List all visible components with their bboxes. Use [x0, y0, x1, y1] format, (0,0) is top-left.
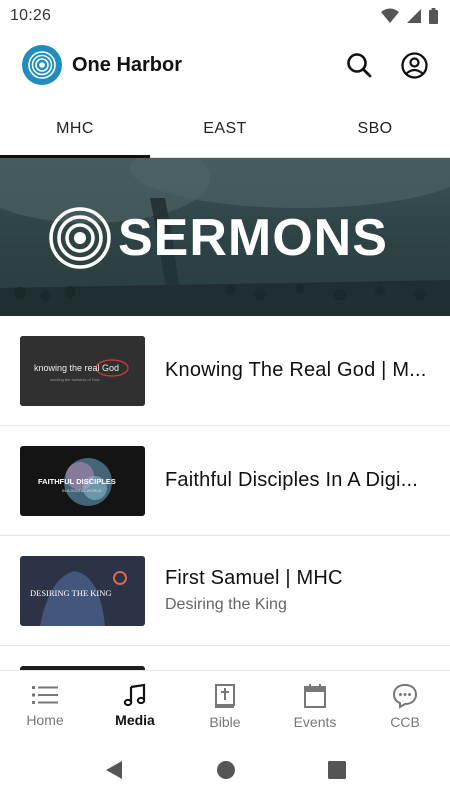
thumbnail-artwork: knowing the real God seeking the holines… — [20, 335, 145, 406]
battery-icon — [429, 8, 438, 24]
cellular-signal-icon — [407, 9, 421, 23]
nav-home[interactable]: Home — [0, 671, 90, 740]
nav-events[interactable]: Events — [270, 671, 360, 740]
bottom-navigation: Home Media Bible Events CCB — [0, 670, 450, 740]
sermon-title: First Samuel | MHC — [165, 567, 343, 589]
nav-media[interactable]: Media — [90, 671, 180, 740]
music-note-icon — [123, 683, 146, 707]
status-icons — [381, 8, 438, 24]
search-icon — [347, 53, 372, 78]
sermon-thumbnail: knowing the real God seeking the holines… — [20, 335, 145, 406]
chat-bubble-icon — [392, 683, 418, 709]
thumbnail-caption: seeking the holiness of God — [50, 377, 99, 382]
app-header: One Harbor — [0, 32, 450, 98]
thumbnail-text: knowing the real God — [34, 363, 119, 373]
status-time: 10:26 — [10, 7, 52, 24]
sermon-thumbnail: FAITHFUL DISCIPLES IN A DIGITAL WORLD — [20, 445, 145, 516]
sermon-subtitle: Desiring the King — [165, 596, 287, 613]
thumbnail-text: FAITHFUL DISCIPLES — [38, 477, 116, 486]
banner-title: SERMONS — [118, 209, 388, 267]
ripple-logo-icon — [28, 51, 56, 79]
sermon-item[interactable]: knowing the real God seeking the holines… — [0, 316, 450, 426]
campus-tabs: MHC EAST SBO — [0, 100, 450, 158]
app-title: One Harbor — [72, 53, 183, 76]
nav-label: Events — [293, 714, 337, 730]
sermon-thumbnail: DESIRING THE KING — [20, 555, 145, 626]
sermon-title: Faithful Disciples In A Digi... — [165, 469, 418, 491]
nav-ccb[interactable]: CCB — [360, 671, 450, 740]
wifi-icon — [381, 8, 399, 23]
account-button[interactable] — [400, 51, 428, 79]
ripple-logo-icon — [49, 207, 111, 269]
nav-label: Home — [26, 712, 64, 728]
account-circle-icon — [400, 51, 428, 79]
system-navigation-bar — [0, 740, 450, 800]
thumbnail-artwork: DESIRING THE KING — [20, 555, 145, 626]
nav-label: Bible — [209, 714, 241, 730]
thumbnail-text: DESIRING THE KING — [30, 588, 112, 598]
calendar-icon — [304, 684, 326, 708]
app-logo — [22, 45, 62, 85]
sermon-item[interactable]: FAITHFUL DISCIPLES IN A DIGITAL WORLD Fa… — [0, 426, 450, 536]
sermon-item[interactable]: DESIRING THE KING First Samuel | MHC Des… — [0, 536, 450, 646]
nav-label: Media — [115, 712, 155, 728]
list-icon — [32, 686, 58, 704]
tab-label: MHC — [56, 119, 94, 137]
nav-label: CCB — [390, 714, 420, 730]
tab-sbo[interactable]: SBO — [300, 100, 450, 157]
search-button[interactable] — [345, 51, 373, 79]
back-icon[interactable] — [104, 760, 124, 780]
status-bar: 10:26 — [0, 0, 450, 32]
tab-label: EAST — [203, 119, 247, 137]
home-icon[interactable] — [216, 760, 236, 780]
sermon-title: Knowing The Real God | M... — [165, 359, 427, 381]
sermons-banner: SERMONS — [0, 158, 450, 316]
thumbnail-artwork: FAITHFUL DISCIPLES IN A DIGITAL WORLD — [20, 445, 145, 516]
tab-east[interactable]: EAST — [150, 100, 300, 157]
bible-icon — [215, 684, 235, 708]
tab-mhc[interactable]: MHC — [0, 100, 150, 158]
thumbnail-caption: IN A DIGITAL WORLD — [62, 488, 102, 493]
sermon-list: knowing the real God seeking the holines… — [0, 316, 450, 686]
tab-label: SBO — [357, 119, 393, 137]
recents-icon[interactable] — [328, 761, 346, 779]
nav-bible[interactable]: Bible — [180, 671, 270, 740]
